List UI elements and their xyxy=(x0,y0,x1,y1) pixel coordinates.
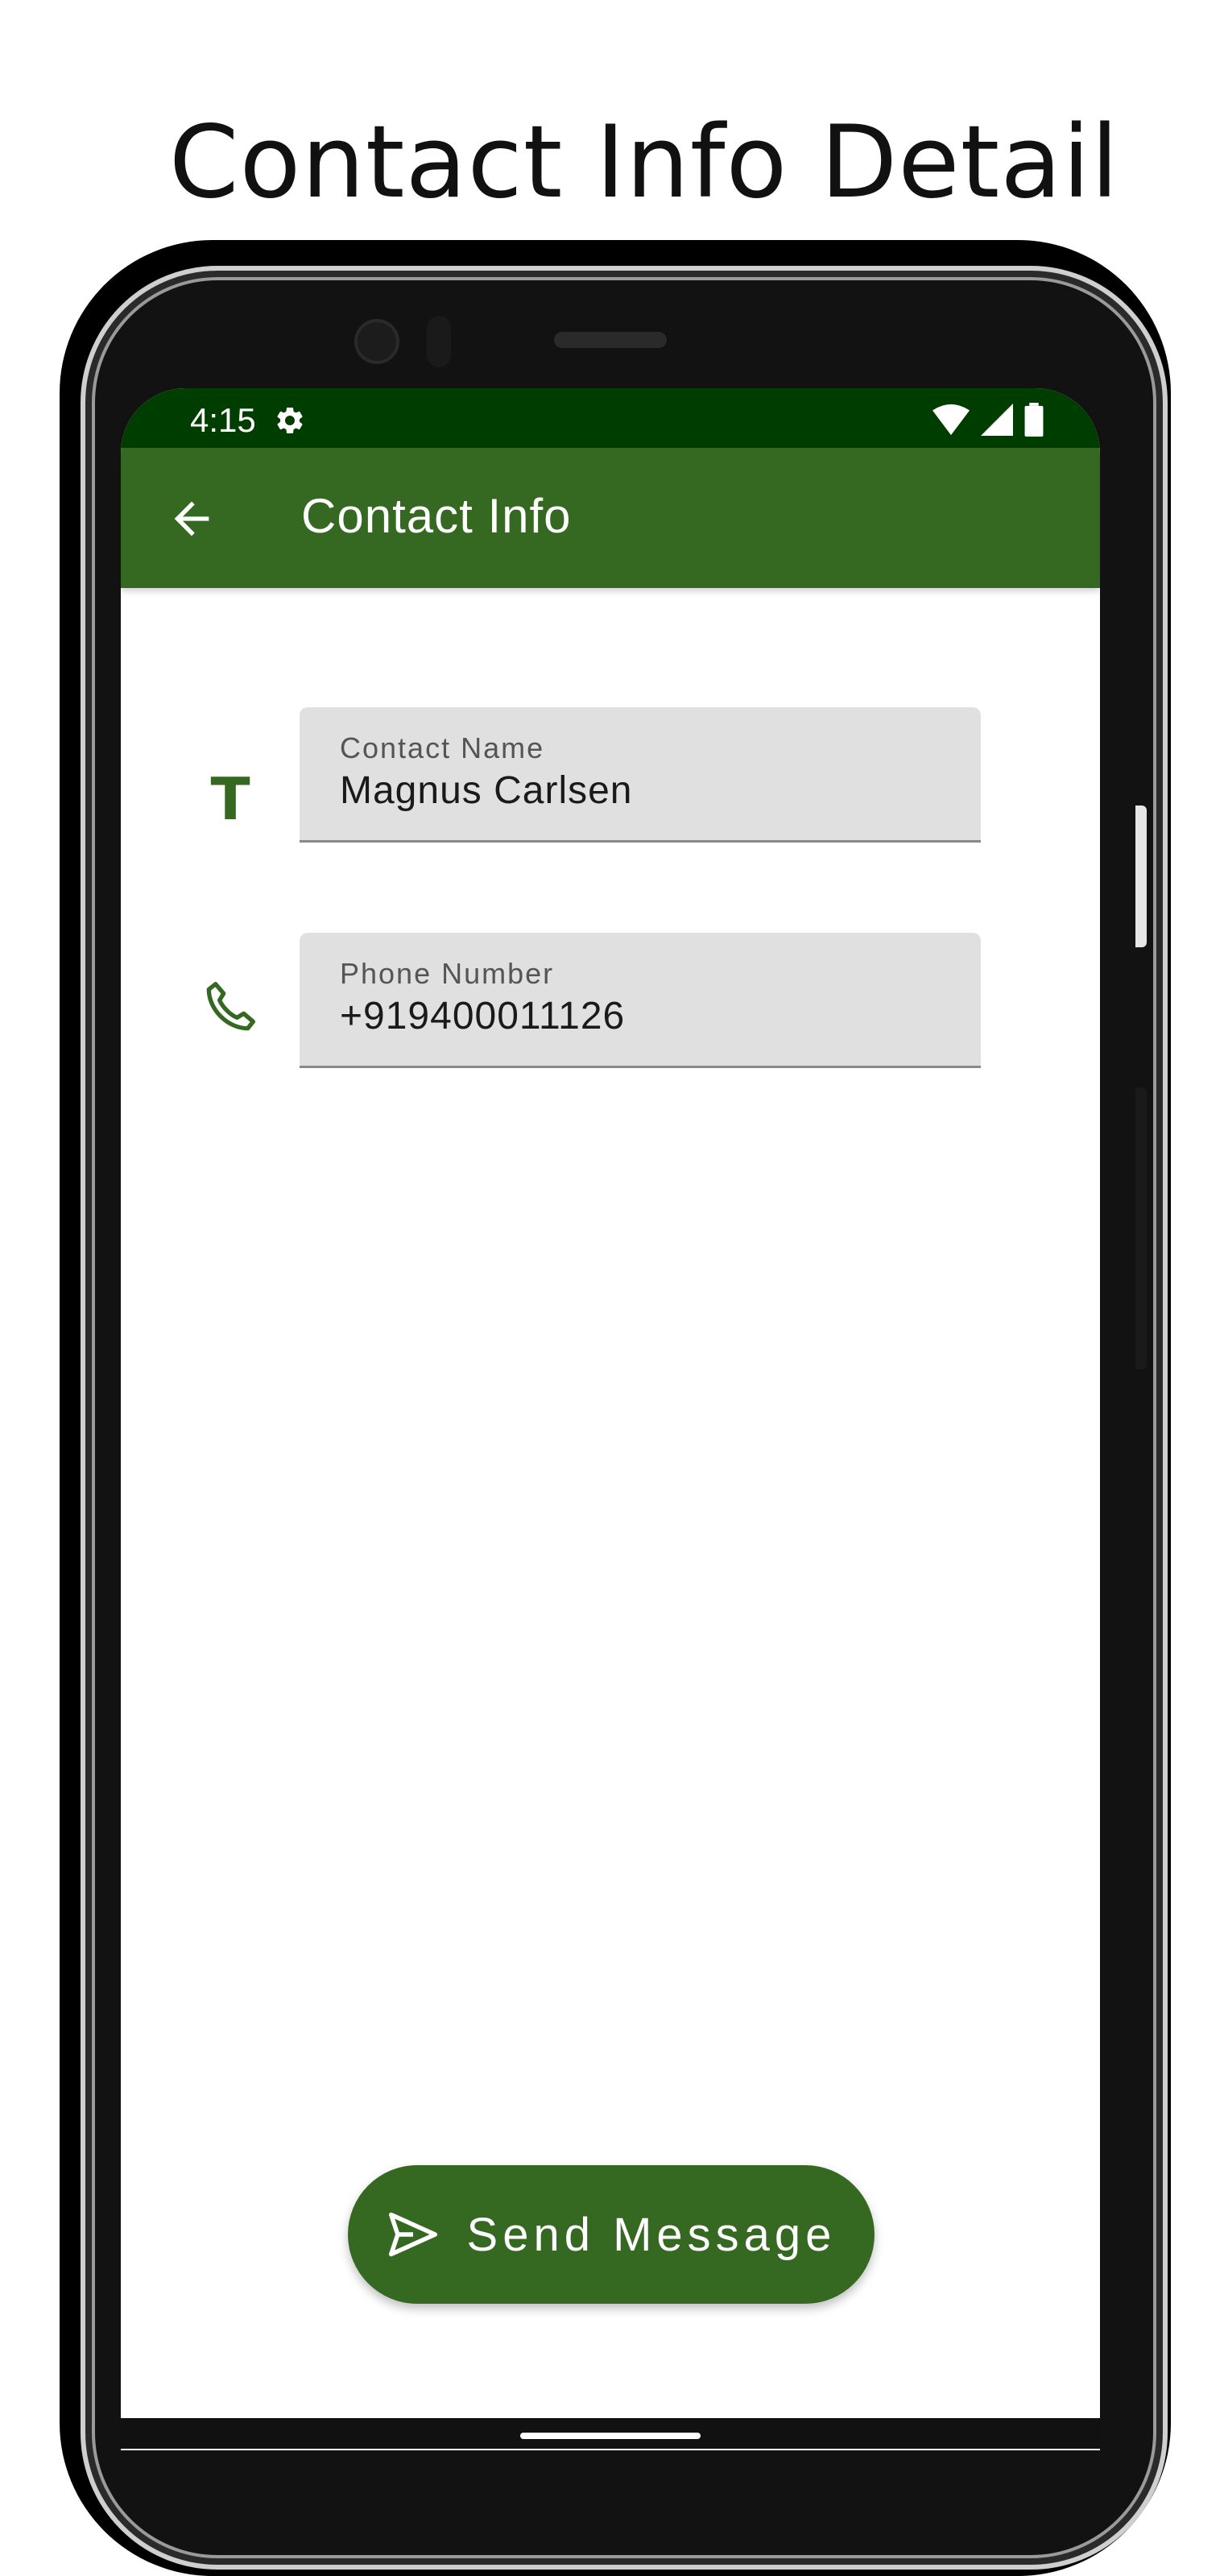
phone-number-value: +919400011126 xyxy=(340,995,626,1037)
status-bar: 4:15 xyxy=(121,388,1100,448)
contact-name-field[interactable]: Contact Name Magnus Carlsen xyxy=(300,707,981,843)
front-camera xyxy=(354,319,399,364)
send-message-label: Send Message xyxy=(466,2208,837,2261)
side-button-volume xyxy=(1135,1087,1147,1369)
proximity-sensor xyxy=(427,316,451,367)
signal-icon xyxy=(981,404,1013,436)
gear-icon xyxy=(277,407,303,433)
contact-name-label: Contact Name xyxy=(340,731,545,764)
wifi-icon xyxy=(932,404,970,436)
side-button-power xyxy=(1135,806,1147,947)
home-indicator[interactable] xyxy=(520,2433,701,2439)
send-message-button[interactable]: Send Message xyxy=(348,2165,875,2304)
phone-screen: 4:15 Contact Info T Contact Name Magnus … xyxy=(121,388,1100,2450)
status-time: 4:15 xyxy=(190,401,256,439)
phone-number-label: Phone Number xyxy=(340,957,555,990)
app-bar: Contact Info xyxy=(121,448,1100,588)
phone-number-field[interactable]: Phone Number +919400011126 xyxy=(300,933,981,1068)
arrow-left-icon[interactable] xyxy=(166,493,217,545)
text-icon: T xyxy=(210,765,250,833)
app-bar-title: Contact Info xyxy=(301,489,572,543)
battery-icon xyxy=(1024,403,1044,437)
earpiece-speaker xyxy=(554,332,667,348)
phone-icon xyxy=(206,982,256,1031)
contact-name-value: Magnus Carlsen xyxy=(340,769,633,812)
page-headline: Contact Info Detail xyxy=(168,105,1120,221)
send-icon xyxy=(388,2212,437,2257)
